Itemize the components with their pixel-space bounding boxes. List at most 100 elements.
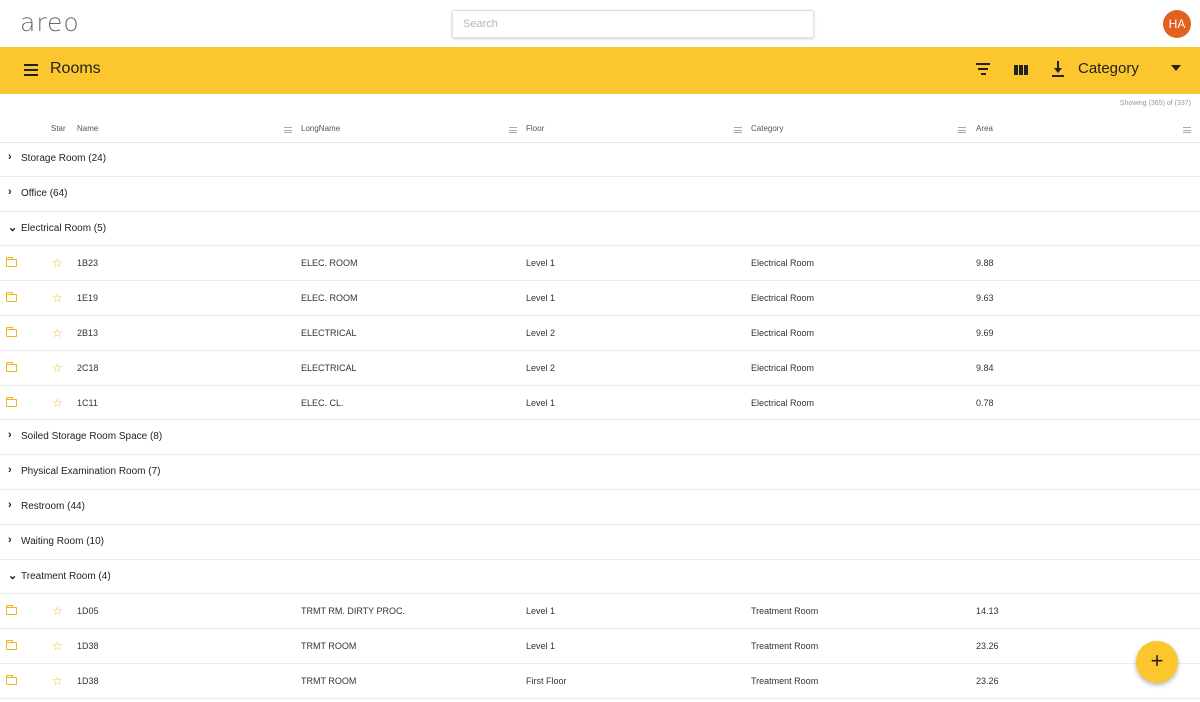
group-label: Physical Examination Room (7) bbox=[21, 466, 161, 478]
cell-floor: Level 1 bbox=[526, 641, 556, 652]
table-row[interactable]: ☆ 1C11 ELEC. CL. Level 1 Electrical Room 0.78 bbox=[0, 386, 1200, 421]
star-icon[interactable]: ☆ bbox=[52, 326, 63, 340]
star-icon[interactable]: ☆ bbox=[52, 291, 63, 305]
search-box[interactable] bbox=[452, 10, 814, 38]
group-label: Electrical Room (5) bbox=[21, 222, 107, 234]
group-label: Soiled Storage Room Space (8) bbox=[21, 431, 163, 443]
cell-longname: ELECTRICAL bbox=[301, 362, 357, 373]
app-logo[interactable]: areo bbox=[20, 8, 80, 37]
cell-name: 1B23 bbox=[77, 258, 99, 269]
cell-category: Electrical Room bbox=[751, 327, 815, 338]
group-by-value: Category bbox=[1078, 60, 1139, 77]
table-row[interactable]: ☆ 1D05 TRMT RM. DIRTY PROC. Level 1 Treatmen… bbox=[0, 594, 1200, 630]
cell-name: 1D05 bbox=[77, 606, 99, 617]
cell-category: Treatment Room bbox=[751, 641, 819, 652]
chevron-down-icon[interactable]: ⌄ bbox=[8, 569, 17, 582]
chevron-down-icon[interactable]: ⌄ bbox=[8, 221, 17, 234]
cell-category: Treatment Room bbox=[751, 606, 819, 617]
chevron-right-icon[interactable]: › bbox=[8, 186, 12, 198]
column-menu-icon[interactable] bbox=[958, 127, 966, 133]
column-header-area[interactable]: Area bbox=[976, 124, 993, 133]
group-label: Storage Room (24) bbox=[21, 153, 107, 164]
column-header-floor[interactable]: Floor bbox=[526, 124, 544, 133]
folder-icon[interactable] bbox=[6, 640, 17, 651]
cell-floor: Level 1 bbox=[526, 397, 556, 408]
column-menu-icon[interactable] bbox=[734, 127, 742, 133]
group-label: Office (64) bbox=[21, 187, 68, 199]
cell-longname: TRMT RM. DIRTY PROC. bbox=[301, 606, 406, 617]
group-row[interactable]: ⌄ Electrical Room (5) bbox=[0, 212, 1200, 247]
columns-icon[interactable] bbox=[1014, 65, 1028, 75]
folder-icon[interactable] bbox=[6, 674, 17, 685]
filter-icon[interactable] bbox=[976, 63, 990, 75]
cell-floor: Level 2 bbox=[526, 362, 556, 373]
chevron-right-icon[interactable]: › bbox=[8, 464, 12, 476]
cell-category: Electrical Room bbox=[751, 362, 815, 373]
star-icon[interactable]: ☆ bbox=[52, 639, 63, 653]
star-icon[interactable]: ☆ bbox=[52, 604, 63, 618]
star-icon[interactable]: ☆ bbox=[52, 256, 63, 270]
caret-down-icon bbox=[1171, 65, 1181, 71]
folder-icon[interactable] bbox=[6, 396, 17, 407]
table-header: Star Name LongName Floor Category Area bbox=[0, 117, 1200, 143]
cell-longname: TRMT ROOM bbox=[301, 675, 357, 686]
search-input[interactable] bbox=[453, 11, 813, 37]
cell-category: Electrical Room bbox=[751, 397, 815, 408]
add-button[interactable]: + bbox=[1136, 641, 1178, 683]
group-label: Treatment Room (4) bbox=[21, 570, 111, 582]
group-row[interactable]: › Physical Examination Room (7) bbox=[0, 455, 1200, 490]
star-icon[interactable]: ☆ bbox=[52, 361, 63, 375]
table-body: › Storage Room (24) › Office (64) ⌄ Electrica… bbox=[0, 142, 1200, 699]
table-row[interactable]: ☆ 1D38 TRMT ROOM First Floor Treatment Room 2… bbox=[0, 664, 1200, 699]
cell-category: Treatment Room bbox=[751, 675, 819, 686]
cell-floor: First Floor bbox=[526, 675, 567, 686]
showing-count: Showing (365) of (337) bbox=[1119, 100, 1191, 107]
user-avatar[interactable]: HA bbox=[1163, 10, 1191, 38]
column-header-star[interactable]: Star bbox=[51, 124, 66, 133]
cell-name: 1D38 bbox=[77, 641, 99, 652]
column-header-category[interactable]: Category bbox=[751, 124, 783, 133]
cell-area: 0.78 bbox=[976, 397, 994, 408]
cell-area: 23.26 bbox=[976, 675, 999, 686]
cell-floor: Level 1 bbox=[526, 606, 556, 617]
folder-icon[interactable] bbox=[6, 326, 17, 337]
table-row[interactable]: ☆ 2B13 ELECTRICAL Level 2 Electrical Room 9.6… bbox=[0, 316, 1200, 351]
group-row[interactable]: › Waiting Room (10) bbox=[0, 525, 1200, 560]
menu-icon[interactable] bbox=[24, 64, 38, 76]
cell-category: Electrical Room bbox=[751, 293, 815, 304]
chevron-right-icon[interactable]: › bbox=[8, 429, 12, 441]
column-menu-icon[interactable] bbox=[284, 127, 292, 133]
group-row[interactable]: ⌄ Treatment Room (4) bbox=[0, 560, 1200, 595]
star-icon[interactable]: ☆ bbox=[52, 396, 63, 410]
cell-name: 2B13 bbox=[77, 327, 99, 338]
cell-floor: Level 2 bbox=[526, 327, 556, 338]
page-toolbar: Rooms Category bbox=[0, 47, 1200, 94]
chevron-right-icon[interactable]: › bbox=[8, 151, 12, 163]
column-header-name[interactable]: Name bbox=[77, 124, 98, 133]
folder-icon[interactable] bbox=[6, 361, 17, 372]
folder-icon[interactable] bbox=[6, 292, 17, 303]
table-row[interactable]: ☆ 1D38 TRMT ROOM Level 1 Treatment Room 23.26 bbox=[0, 629, 1200, 664]
cell-longname: ELEC. ROOM bbox=[301, 258, 358, 269]
group-row[interactable]: › Storage Room (24) bbox=[0, 142, 1200, 177]
download-icon[interactable] bbox=[1052, 61, 1064, 77]
group-row[interactable]: › Soiled Storage Room Space (8) bbox=[0, 420, 1200, 456]
table-row[interactable]: ☆ 1E19 ELEC. ROOM Level 1 Electrical Room 9.6… bbox=[0, 281, 1200, 316]
folder-icon[interactable] bbox=[6, 257, 17, 268]
chevron-right-icon[interactable]: › bbox=[8, 499, 12, 511]
group-by-dropdown[interactable]: Category bbox=[1078, 59, 1186, 81]
chevron-right-icon[interactable]: › bbox=[8, 534, 12, 546]
page-title: Rooms bbox=[50, 60, 101, 77]
cell-longname: ELEC. ROOM bbox=[301, 293, 358, 304]
column-header-longname[interactable]: LongName bbox=[301, 124, 340, 133]
column-menu-icon[interactable] bbox=[1183, 127, 1191, 133]
folder-icon[interactable] bbox=[6, 605, 17, 616]
group-row[interactable]: › Office (64) bbox=[0, 177, 1200, 212]
table-row[interactable]: ☆ 1B23 ELEC. ROOM Level 1 Electrical Room 9.8… bbox=[0, 246, 1200, 282]
group-row[interactable]: › Restroom (44) bbox=[0, 490, 1200, 525]
cell-category: Electrical Room bbox=[751, 258, 815, 269]
cell-name: 1E19 bbox=[77, 293, 99, 304]
star-icon[interactable]: ☆ bbox=[52, 674, 63, 688]
table-row[interactable]: ☆ 2C18 ELECTRICAL Level 2 Electrical Room 9.8… bbox=[0, 351, 1200, 386]
column-menu-icon[interactable] bbox=[509, 127, 517, 133]
